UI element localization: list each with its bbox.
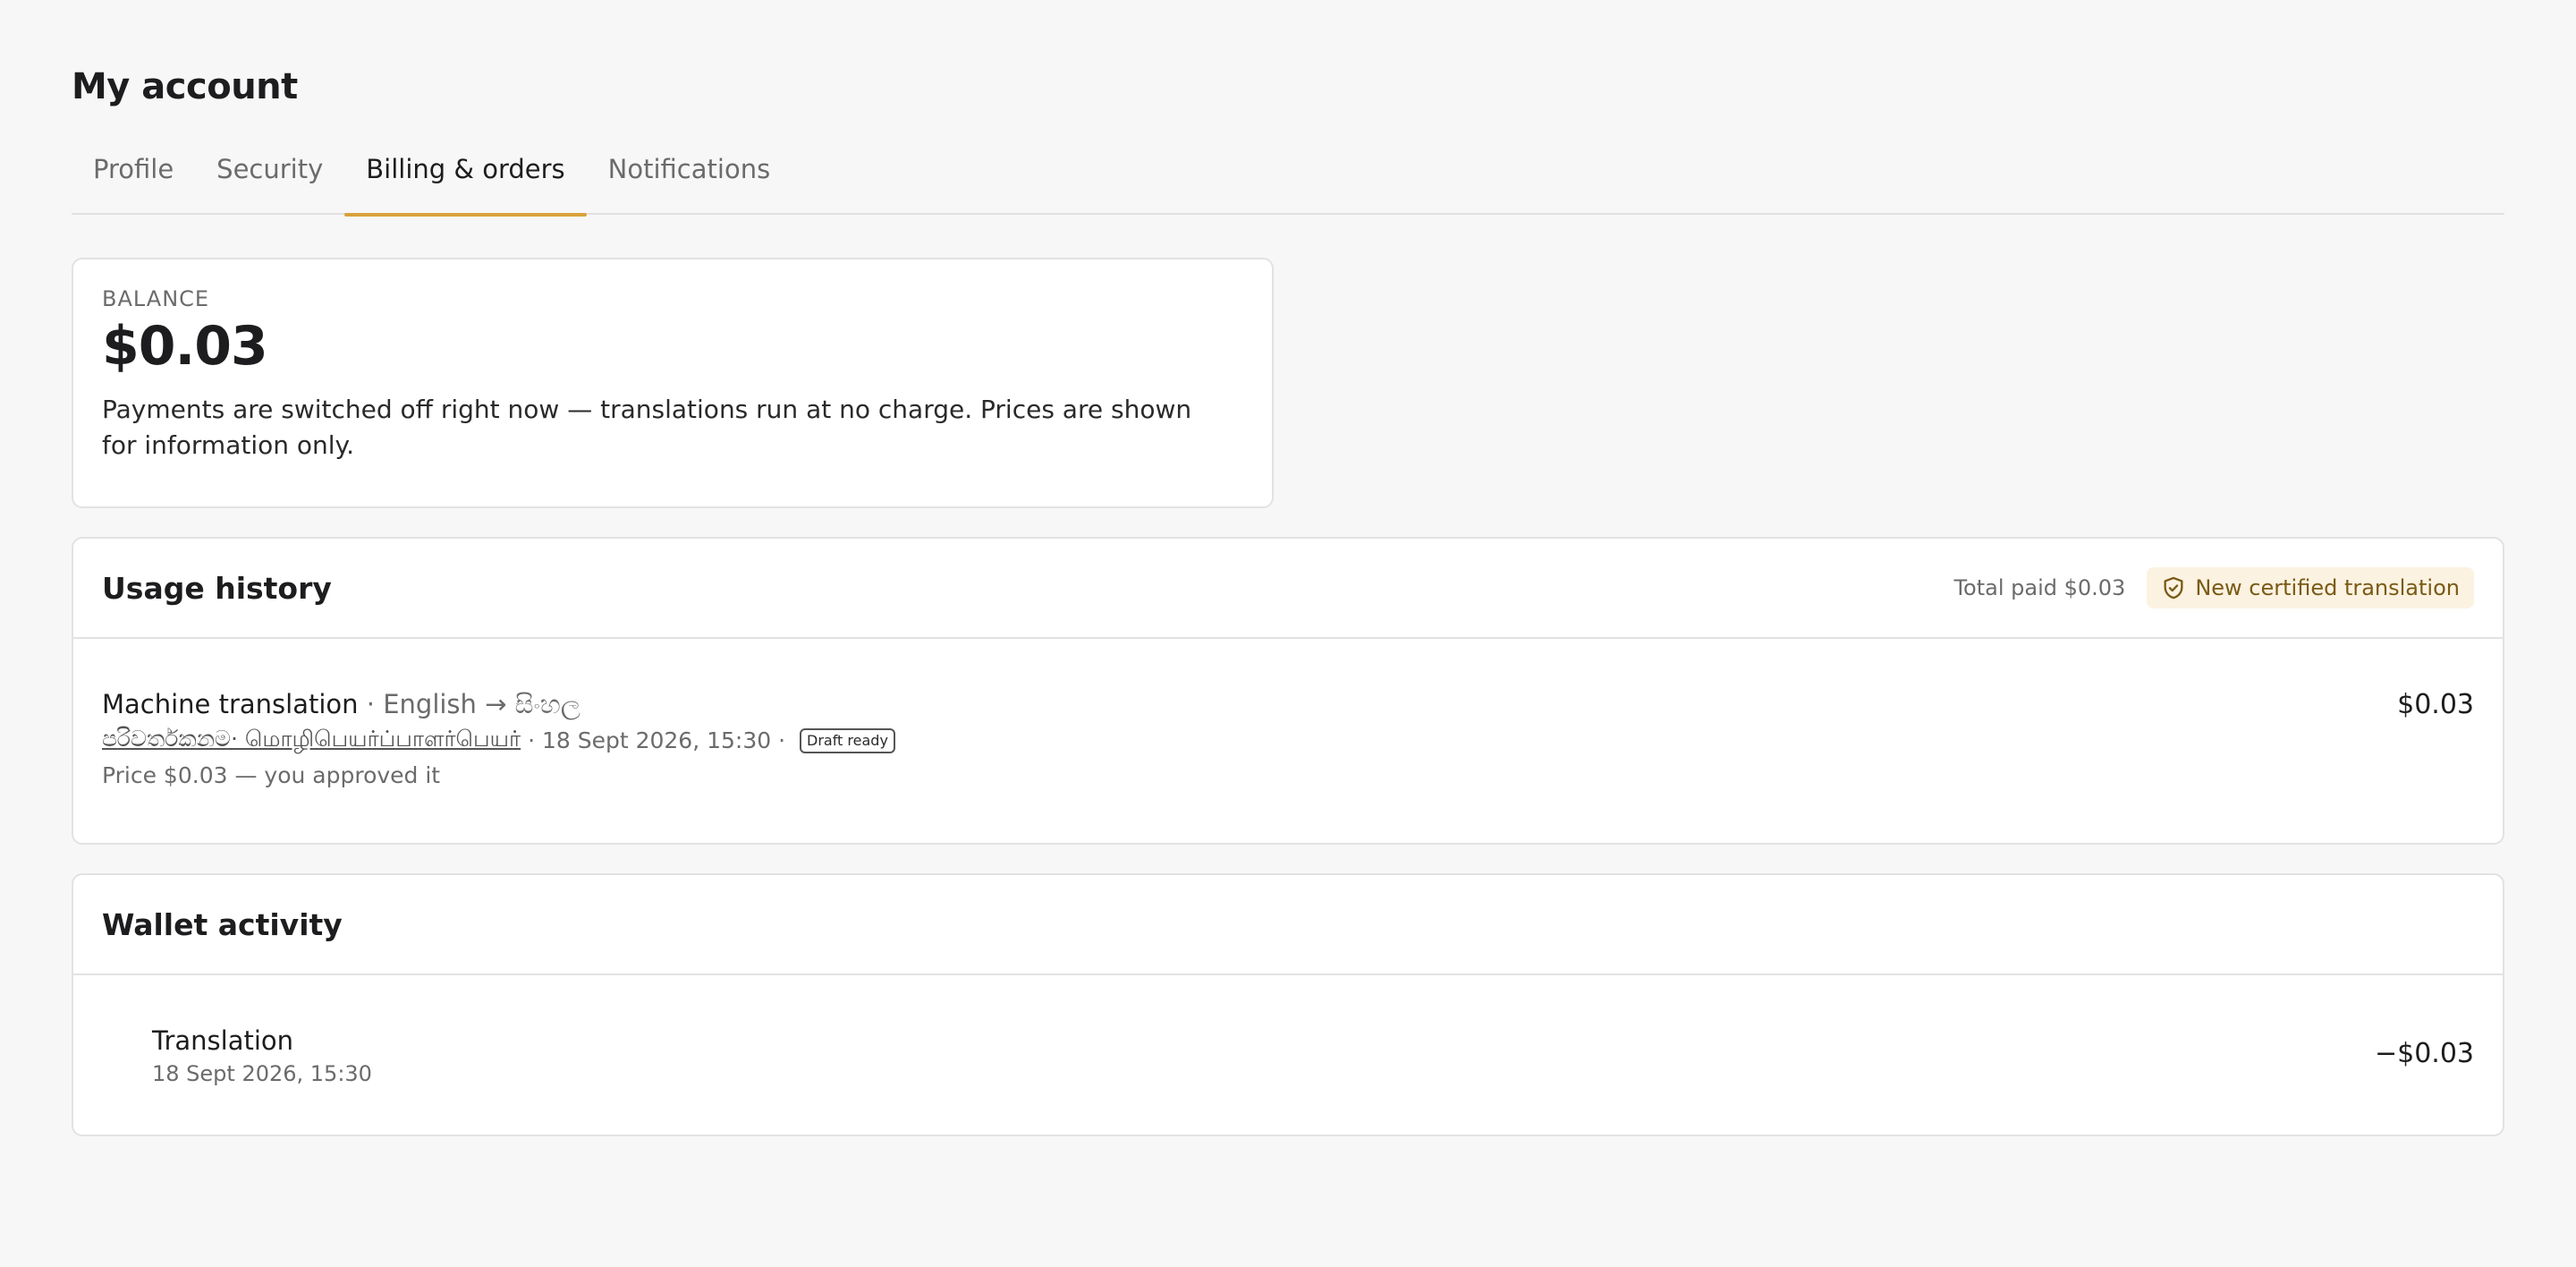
tab-notifications[interactable]: Notifications xyxy=(587,143,792,215)
new-certified-translation-label: New certified translation xyxy=(2195,575,2460,600)
balance-amount: $0.03 xyxy=(102,315,268,378)
wallet-item-date: 18 Sept 2026, 15:30 xyxy=(152,1061,372,1086)
page-title: My account xyxy=(72,66,298,107)
balance-label: BALANCE xyxy=(102,286,210,311)
usage-item-amount: $0.03 xyxy=(2397,689,2474,720)
usage-item-datetime: · 18 Sept 2026, 15:30 · xyxy=(521,727,792,753)
new-certified-translation-button[interactable]: New certified translation xyxy=(2147,567,2474,608)
tab-security[interactable]: Security xyxy=(195,143,344,215)
wallet-activity-header: Wallet activity xyxy=(73,875,2503,975)
balance-card: BALANCE $0.03 Payments are switched off … xyxy=(72,258,1274,508)
tab-profile[interactable]: Profile xyxy=(72,143,195,215)
usage-history-header: Usage history Total paid $0.03 New certi… xyxy=(73,539,2503,639)
wallet-activity-card: Wallet activity Translation 18 Sept 2026… xyxy=(72,873,2504,1136)
usage-history-card: Usage history Total paid $0.03 New certi… xyxy=(72,537,2504,845)
wallet-item: Translation 18 Sept 2026, 15:30 −$0.03 xyxy=(73,975,2503,1136)
usage-item: Machine translation · English → සිංහල පර… xyxy=(73,639,2503,843)
tab-billing-orders[interactable]: Billing & orders xyxy=(344,143,588,217)
usage-item-document-link[interactable]: පරිවර්තකනම· மொழிபெயர்ப்பாளர்பெயர் xyxy=(102,726,521,755)
usage-item-price-note: Price $0.03 — you approved it xyxy=(102,762,441,788)
balance-note: Payments are switched off right now — tr… xyxy=(102,395,1192,460)
usage-item-heading: Machine translation · English → සිංහල xyxy=(102,689,2474,720)
wallet-item-title: Translation xyxy=(152,1025,294,1056)
usage-item-languages: · English → සිංහල xyxy=(358,689,580,719)
total-paid: Total paid $0.03 xyxy=(1953,575,2126,600)
usage-item-meta: පරිවර්තකනම· மொழிபெயர்ப்பாளர்பெயர் · 18 S… xyxy=(102,726,2474,755)
shield-check-icon xyxy=(2164,576,2183,599)
wallet-item-amount: −$0.03 xyxy=(2374,1038,2474,1069)
usage-history-title: Usage history xyxy=(102,570,332,606)
usage-item-service: Machine translation xyxy=(102,689,359,719)
wallet-activity-title: Wallet activity xyxy=(102,906,343,942)
status-badge: Draft ready xyxy=(800,727,895,753)
usage-header-actions: Total paid $0.03 New certified translati… xyxy=(1953,567,2474,608)
account-tabs: Profile Security Billing & orders Notifi… xyxy=(72,143,2504,217)
